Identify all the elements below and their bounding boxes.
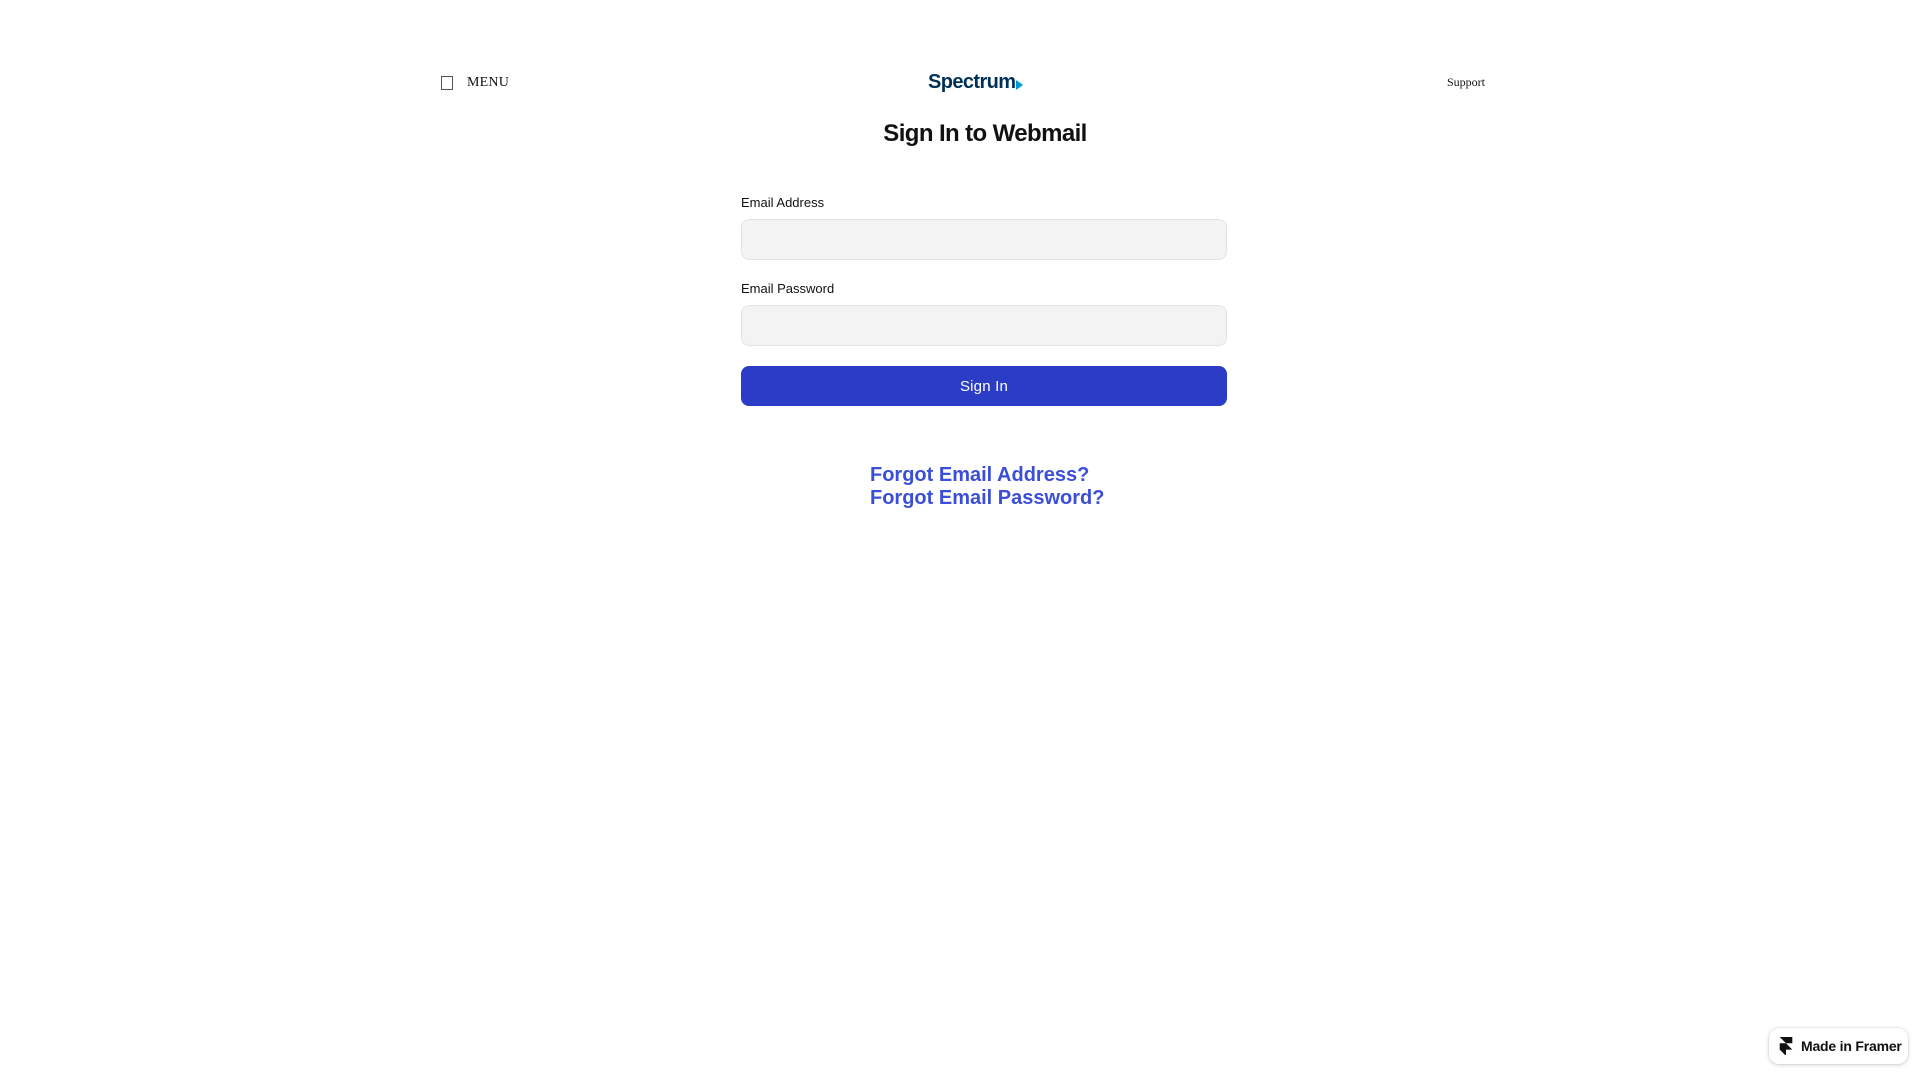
signin-page: MENU Spectrum Support Sign In to Webmail… xyxy=(0,0,1920,1080)
logo-wordmark: Spectrum xyxy=(928,71,1016,93)
forgot-password-link[interactable]: Forgot Email Password? xyxy=(870,487,1104,510)
made-in-framer-badge[interactable]: Made in Framer xyxy=(1769,1028,1908,1064)
spectrum-logo[interactable]: Spectrum xyxy=(928,71,1024,94)
menu-label: MENU xyxy=(467,75,510,90)
framer-logo-icon xyxy=(1779,1037,1793,1055)
password-input[interactable] xyxy=(741,305,1227,346)
menu-checkbox-icon[interactable] xyxy=(441,76,453,90)
forgot-email-link[interactable]: Forgot Email Address? xyxy=(870,464,1104,487)
top-nav: MENU Spectrum Support xyxy=(441,68,1485,100)
password-label: Email Password xyxy=(741,281,835,296)
password-field-group: Email Password xyxy=(741,281,1227,346)
sign-in-button[interactable]: Sign In xyxy=(741,366,1227,406)
logo-arrow-icon xyxy=(1016,80,1024,90)
help-links: Forgot Email Address? Forgot Email Passw… xyxy=(870,464,1104,510)
menu-button[interactable]: MENU xyxy=(441,75,509,91)
support-link[interactable]: Support xyxy=(1447,75,1485,90)
email-label: Email Address xyxy=(741,195,825,210)
signin-form: Email Address Email Password Sign In xyxy=(741,195,1227,406)
framer-badge-label: Made in Framer xyxy=(1801,1038,1902,1054)
email-input[interactable] xyxy=(741,219,1227,260)
page-title: Sign In to Webmail xyxy=(883,120,1087,147)
email-field-group: Email Address xyxy=(741,195,1227,260)
